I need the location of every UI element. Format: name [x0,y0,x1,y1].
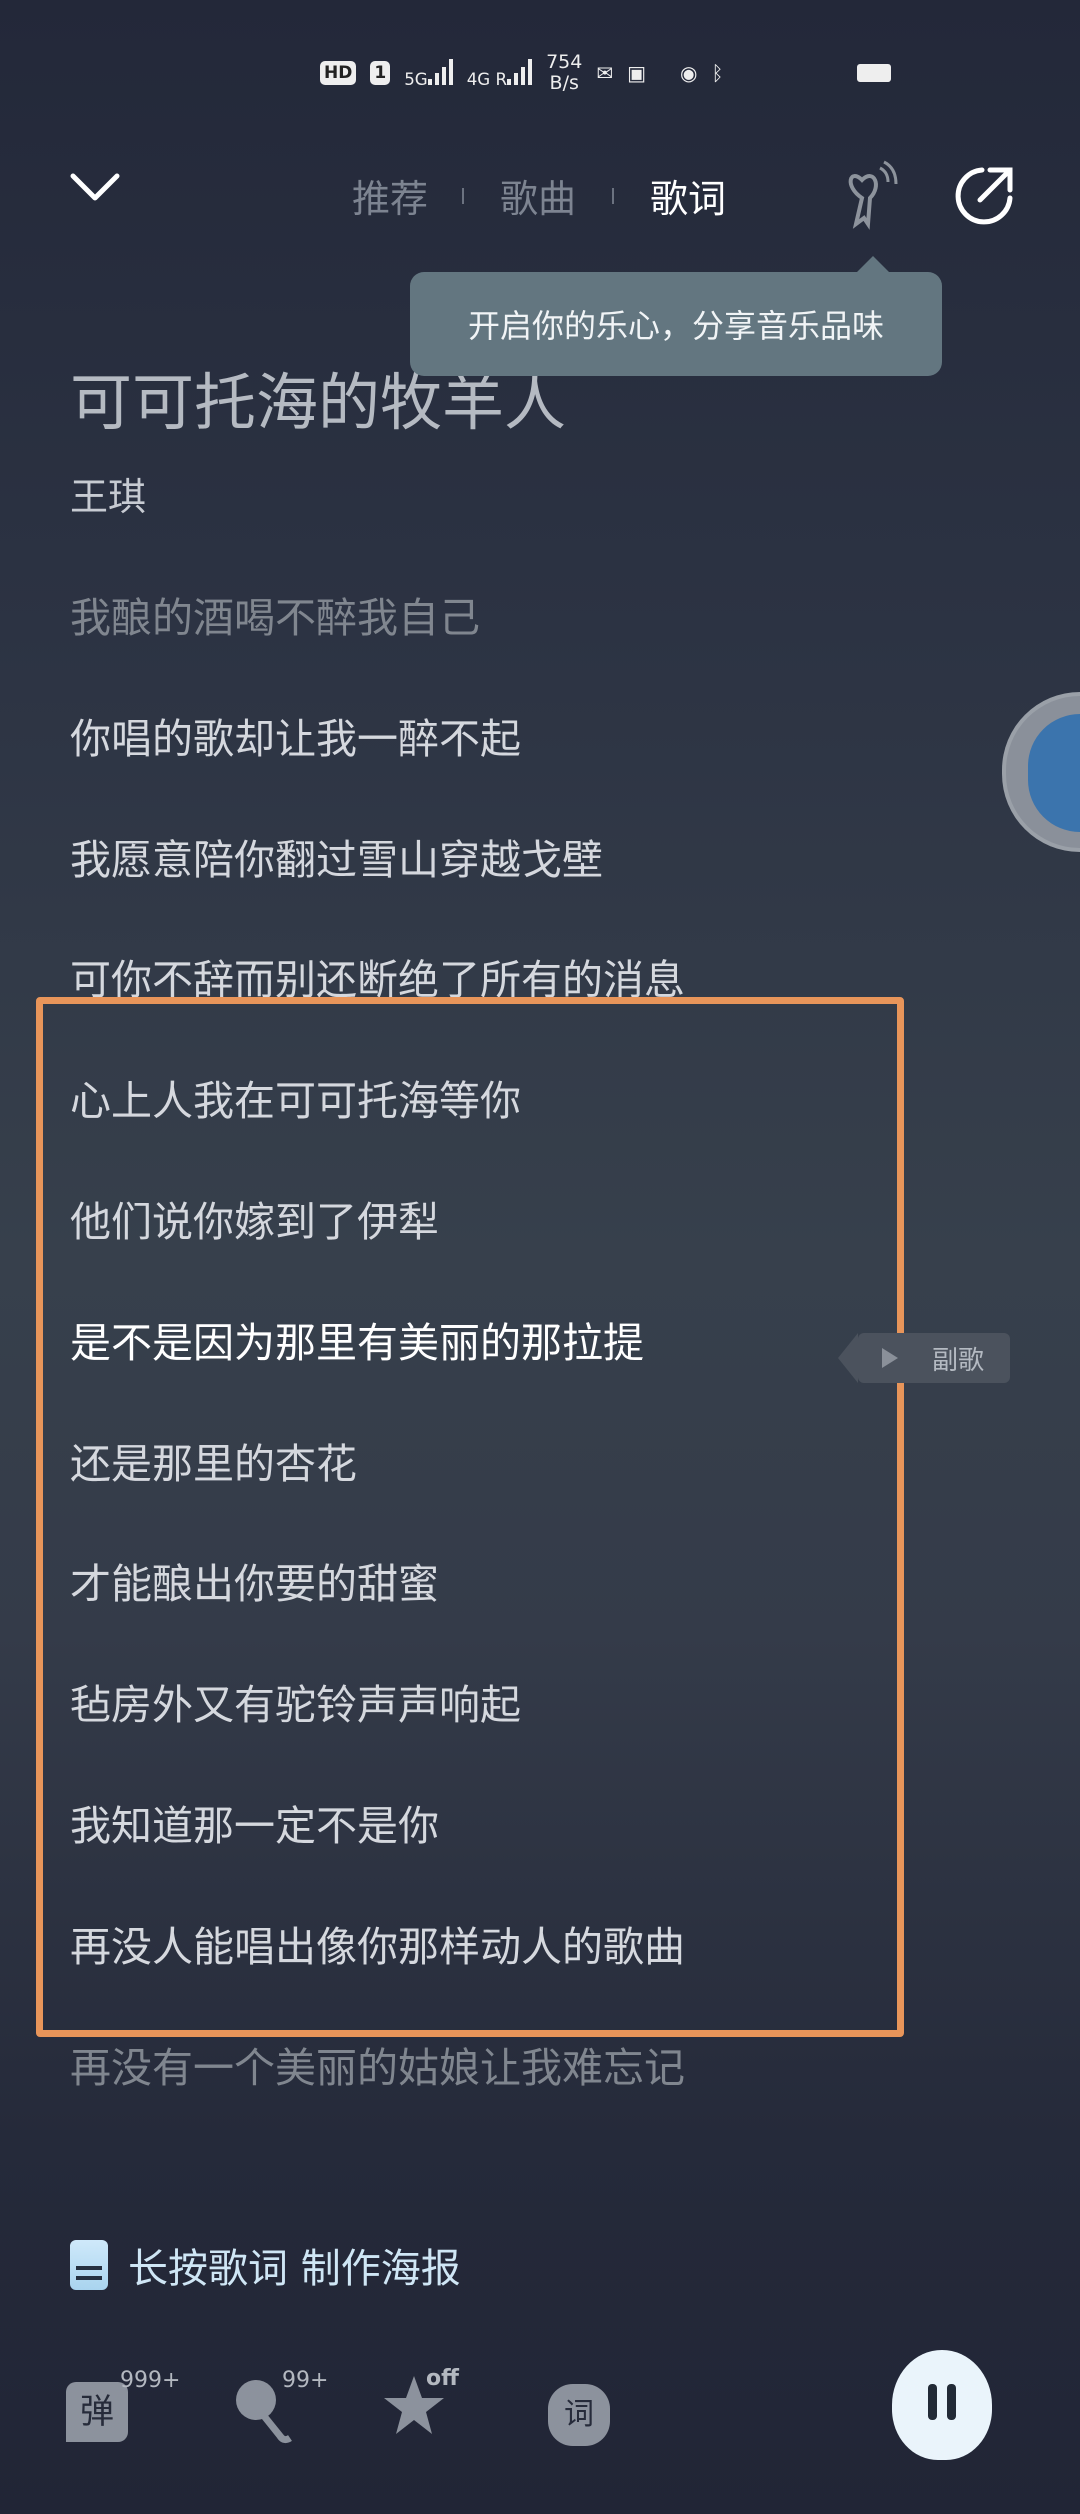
tooltip[interactable]: 开启你的乐心，分享音乐品味 [410,256,942,376]
hd-icon: HD [320,61,357,85]
tab-divider [462,188,464,204]
lyric-badge-icon: 词 [548,2384,610,2446]
collapse-button[interactable] [70,172,120,218]
effect-button[interactable]: off [382,2366,459,2454]
tab-recommend[interactable]: 推荐 [352,168,428,223]
chevron-down-icon [70,173,120,201]
poster-icon [70,2240,108,2290]
album-cover [1028,714,1080,832]
share-icon [955,167,1013,225]
music-heart-button[interactable] [842,158,902,234]
karaoke-count: 99+ [282,2368,329,2393]
karaoke-button[interactable]: 99+ [230,2368,328,2454]
danmaku-count: 999+ [120,2368,181,2393]
mail-icon: ✉ [596,61,614,85]
bluetooth-icon: ᛒ [711,61,724,85]
lyric-line[interactable]: 我酿的酒喝不醉我自己 [70,584,480,644]
poster-hint-label: 长按歌词 制作海报 [128,2246,461,2292]
share-button[interactable] [952,164,1016,232]
eye-icon: ◉ [680,61,698,85]
signal-5g-icon: 5G [404,57,453,90]
chorus-label: 副歌 [931,1345,984,1376]
network-speed: 754 B/s [546,51,583,94]
signal-4g-icon: 4G R [467,57,533,90]
danmaku-button[interactable]: 弹 999+ [66,2368,180,2442]
battery-icon [857,64,892,82]
pause-button[interactable] [892,2350,992,2460]
lyric-line[interactable]: 再没有一个美丽的姑娘让我难忘记 [70,2034,685,2094]
tab-song[interactable]: 歌曲 [500,168,576,223]
album-disk-button[interactable] [1002,692,1080,852]
artist-name[interactable]: 王琪 [70,466,146,521]
chorus-tag[interactable]: 副歌 [838,1333,1010,1383]
calendar-icon: ▣ [627,61,647,85]
lyric-line[interactable]: 我愿意陪你翻过雪山穿越戈壁 [70,826,603,886]
highlight-box [36,997,904,2037]
sim-icon: 1 [370,61,391,85]
effect-state: off [426,2366,459,2391]
lyrics-style-button[interactable]: 词 [548,2370,610,2446]
tab-lyrics[interactable]: 歌词 [650,168,726,223]
lyric-line[interactable]: 你唱的歌却让我一醉不起 [70,705,521,765]
status-bar: HD 1 5G 4G R 754 B/s ✉ ▣ ◉ ᛒ [320,48,1080,98]
heart-radio-icon [848,160,898,230]
poster-hint[interactable]: 长按歌词 制作海报 [70,2236,461,2294]
danmaku-icon: 弹 [66,2382,128,2442]
tab-divider [612,188,614,204]
